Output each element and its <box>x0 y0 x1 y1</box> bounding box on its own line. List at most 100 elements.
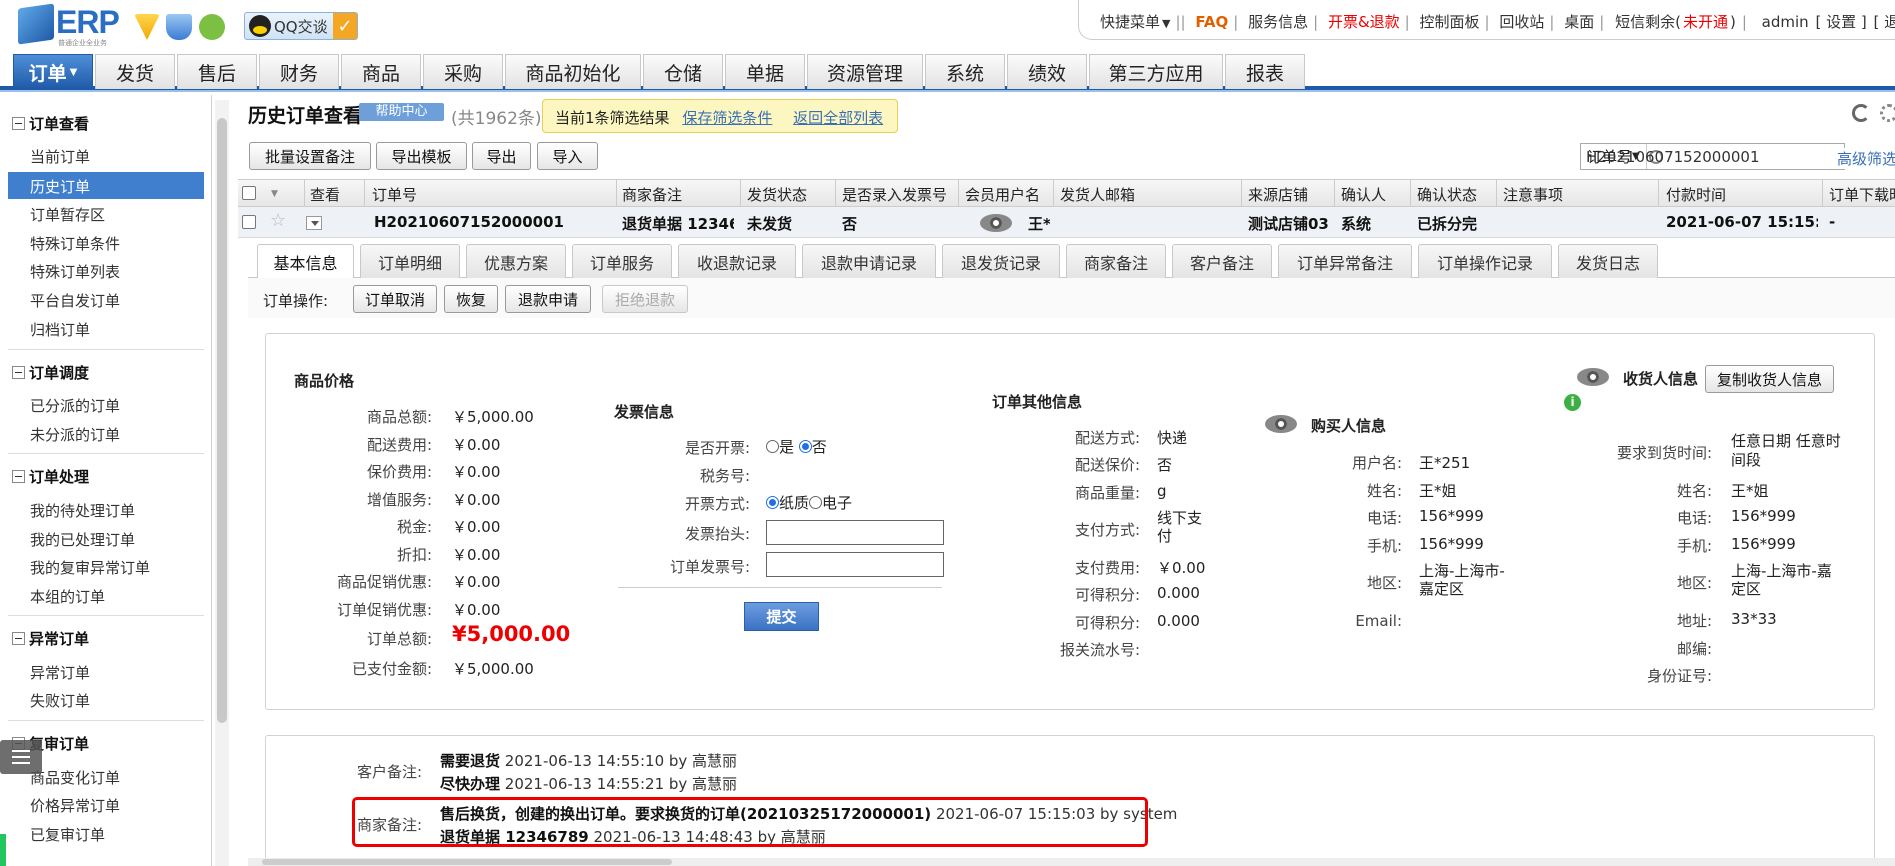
horizontal-scroll-thumb[interactable] <box>262 859 672 865</box>
settings-gear-icon[interactable] <box>1880 104 1895 122</box>
col-merchant-note[interactable]: 商家备注 <box>622 184 682 205</box>
sidebar-item-platform-self-ship[interactable]: 平台自发订单 <box>30 290 120 311</box>
tab-operation-log[interactable]: 订单操作记录 <box>1418 244 1552 278</box>
wechat-icon[interactable] <box>199 14 225 40</box>
logout-link[interactable]: [ 退出 <box>1873 13 1895 31</box>
batch-remark-button[interactable]: 批量设置备注 <box>249 142 371 170</box>
menu-list-icon[interactable] <box>0 740 42 774</box>
sidebar-item-exception-orders[interactable]: 异常订单 <box>30 662 90 683</box>
col-notes[interactable]: 注意事项 <box>1503 184 1563 205</box>
sidebar-group-order-view[interactable]: 订单查看 <box>12 113 89 134</box>
sidebar-item-dispatched[interactable]: 已分派的订单 <box>30 395 120 416</box>
sidebar-item-failed-orders[interactable]: 失败订单 <box>30 690 90 711</box>
col-pay-time[interactable]: 付款时间 <box>1666 184 1726 205</box>
tab-exception-notes[interactable]: 订单异常备注 <box>1278 244 1412 278</box>
radio-yes[interactable] <box>766 440 779 453</box>
nav-tab-third-party[interactable]: 第三方应用 <box>1089 54 1223 89</box>
sidebar-group-dispatch[interactable]: 订单调度 <box>12 362 89 383</box>
service-info-link[interactable]: 服务信息 <box>1248 13 1308 31</box>
radio-electronic[interactable] <box>809 496 823 509</box>
shortcut-menu-link[interactable]: 快捷菜单 <box>1100 13 1160 31</box>
sidebar-item-group-orders[interactable]: 本组的订单 <box>30 586 105 607</box>
refund-request-button[interactable]: 退款申请 <box>505 285 591 313</box>
nav-tab-reports[interactable]: 报表 <box>1225 54 1305 89</box>
nav-tab-warehouse[interactable]: 仓储 <box>643 54 723 89</box>
view-eye-icon[interactable] <box>980 214 1012 232</box>
desktop-link[interactable]: 桌面 <box>1564 13 1594 31</box>
nav-tab-after-sales[interactable]: 售后 <box>177 54 257 89</box>
invoice-number-input[interactable] <box>766 552 944 577</box>
sidebar-item-special-conditions[interactable]: 特殊订单条件 <box>30 233 120 254</box>
info-icon[interactable]: i <box>1564 394 1581 411</box>
col-member[interactable]: 会员用户名 <box>965 184 1040 205</box>
nav-tab-products[interactable]: 商品 <box>341 54 421 89</box>
export-button[interactable]: 导出 <box>472 142 531 170</box>
nav-tab-shipping[interactable]: 发货 <box>95 54 175 89</box>
sidebar-item-my-processed[interactable]: 我的已处理订单 <box>30 529 135 550</box>
save-filter-link[interactable]: 保存筛选条件 <box>682 109 772 127</box>
tab-basic-info[interactable]: 基本信息 <box>257 244 354 279</box>
cancel-order-button[interactable]: 订单取消 <box>353 285 437 313</box>
restore-button[interactable]: 恢复 <box>444 285 498 313</box>
radio-no[interactable] <box>798 440 812 453</box>
sidebar-item-undispatched[interactable]: 未分派的订单 <box>30 424 120 445</box>
star-icon[interactable]: ☆ <box>270 210 286 231</box>
select-all-checkbox[interactable] <box>242 186 256 200</box>
tab-return-records[interactable]: 退发货记录 <box>942 244 1060 278</box>
sidebar-item-reviewed[interactable]: 已复审订单 <box>30 824 105 845</box>
sidebar-group-processing[interactable]: 订单处理 <box>12 466 89 487</box>
tab-customer-notes[interactable]: 客户备注 <box>1172 244 1272 278</box>
col-view[interactable]: 查看 <box>310 184 340 205</box>
submit-button[interactable]: 提交 <box>744 602 819 631</box>
tab-order-services[interactable]: 订单服务 <box>572 244 672 278</box>
col-ship-status[interactable]: 发货状态 <box>747 184 807 205</box>
radio-paper[interactable] <box>766 496 779 509</box>
search-input[interactable]: H20210607152000001 <box>1581 148 1776 166</box>
col-confirm-status[interactable]: 确认状态 <box>1417 184 1477 205</box>
sidebar-item-price-exception[interactable]: 价格异常订单 <box>30 795 120 816</box>
sidebar-item-product-changed[interactable]: 商品变化订单 <box>30 767 120 788</box>
tab-promotions[interactable]: 优惠方案 <box>466 244 566 278</box>
row-checkbox[interactable] <box>242 215 256 229</box>
sidebar-group-exceptions[interactable]: 异常订单 <box>12 628 89 649</box>
control-panel-link[interactable]: 控制面板 <box>1420 13 1480 31</box>
sidebar-item-history-orders[interactable]: 历史订单 <box>8 172 204 199</box>
tab-order-items[interactable]: 订单明细 <box>360 244 460 278</box>
col-order-no[interactable]: 订单号 <box>372 184 417 205</box>
table-row[interactable]: ☆ H20210607152000001 退货单据 123467 未发货 否 王… <box>238 207 1895 238</box>
erp-logo[interactable]: ERP 普通企业全业务 <box>18 3 120 47</box>
help-center-button[interactable]: 帮助中心 <box>359 103 444 121</box>
tab-payment-records[interactable]: 收退款记录 <box>678 244 796 278</box>
nav-tab-system[interactable]: 系统 <box>925 54 1005 89</box>
sidebar-scroll-thumb[interactable] <box>217 118 227 723</box>
sidebar-item-my-review-exceptions[interactable]: 我的复审异常订单 <box>30 557 150 578</box>
qq-chat-button[interactable]: QQ交谈 ✓ <box>244 12 358 40</box>
col-invoice-entered[interactable]: 是否录入发票号 <box>842 184 947 205</box>
col-confirmer[interactable]: 确认人 <box>1341 184 1386 205</box>
row-order-no[interactable]: H20210607152000001 <box>374 213 564 231</box>
sms-remaining-link[interactable]: 短信剩余(未开通) <box>1614 13 1737 31</box>
buyer-eye-icon[interactable] <box>1265 415 1297 433</box>
recycle-bin-link[interactable]: 回收站 <box>1499 13 1544 31</box>
sort-caret-icon[interactable]: ▼ <box>271 189 278 199</box>
col-source-shop[interactable]: 来源店铺 <box>1248 184 1308 205</box>
import-button[interactable]: 导入 <box>537 142 598 170</box>
sidebar-item-current-orders[interactable]: 当前订单 <box>30 146 90 167</box>
col-shipper-email[interactable]: 发货人邮箱 <box>1060 184 1135 205</box>
nav-tab-orders[interactable]: 订单 ▼ <box>13 54 93 89</box>
advanced-filter-link[interactable]: 高级筛选 <box>1836 148 1895 169</box>
settings-link[interactable]: [ 设置 ] <box>1815 13 1866 31</box>
sidebar-item-order-staging[interactable]: 订单暂存区 <box>30 204 105 225</box>
tab-merchant-notes[interactable]: 商家备注 <box>1066 244 1166 278</box>
tab-shipping-log[interactable]: 发货日志 <box>1558 244 1658 278</box>
nav-tab-performance[interactable]: 绩效 <box>1007 54 1087 89</box>
nav-tab-documents[interactable]: 单据 <box>725 54 805 89</box>
invoice-header-input[interactable] <box>766 520 944 545</box>
row-expand-dropdown-icon[interactable] <box>306 216 322 230</box>
nav-tab-product-init[interactable]: 商品初始化 <box>505 54 641 89</box>
refresh-icon[interactable] <box>1852 104 1870 122</box>
tab-refund-requests[interactable]: 退款申请记录 <box>802 244 936 278</box>
vip-v-icon[interactable] <box>134 14 160 40</box>
nav-tab-resources[interactable]: 资源管理 <box>807 54 923 89</box>
export-template-button[interactable]: 导出模板 <box>376 142 467 170</box>
